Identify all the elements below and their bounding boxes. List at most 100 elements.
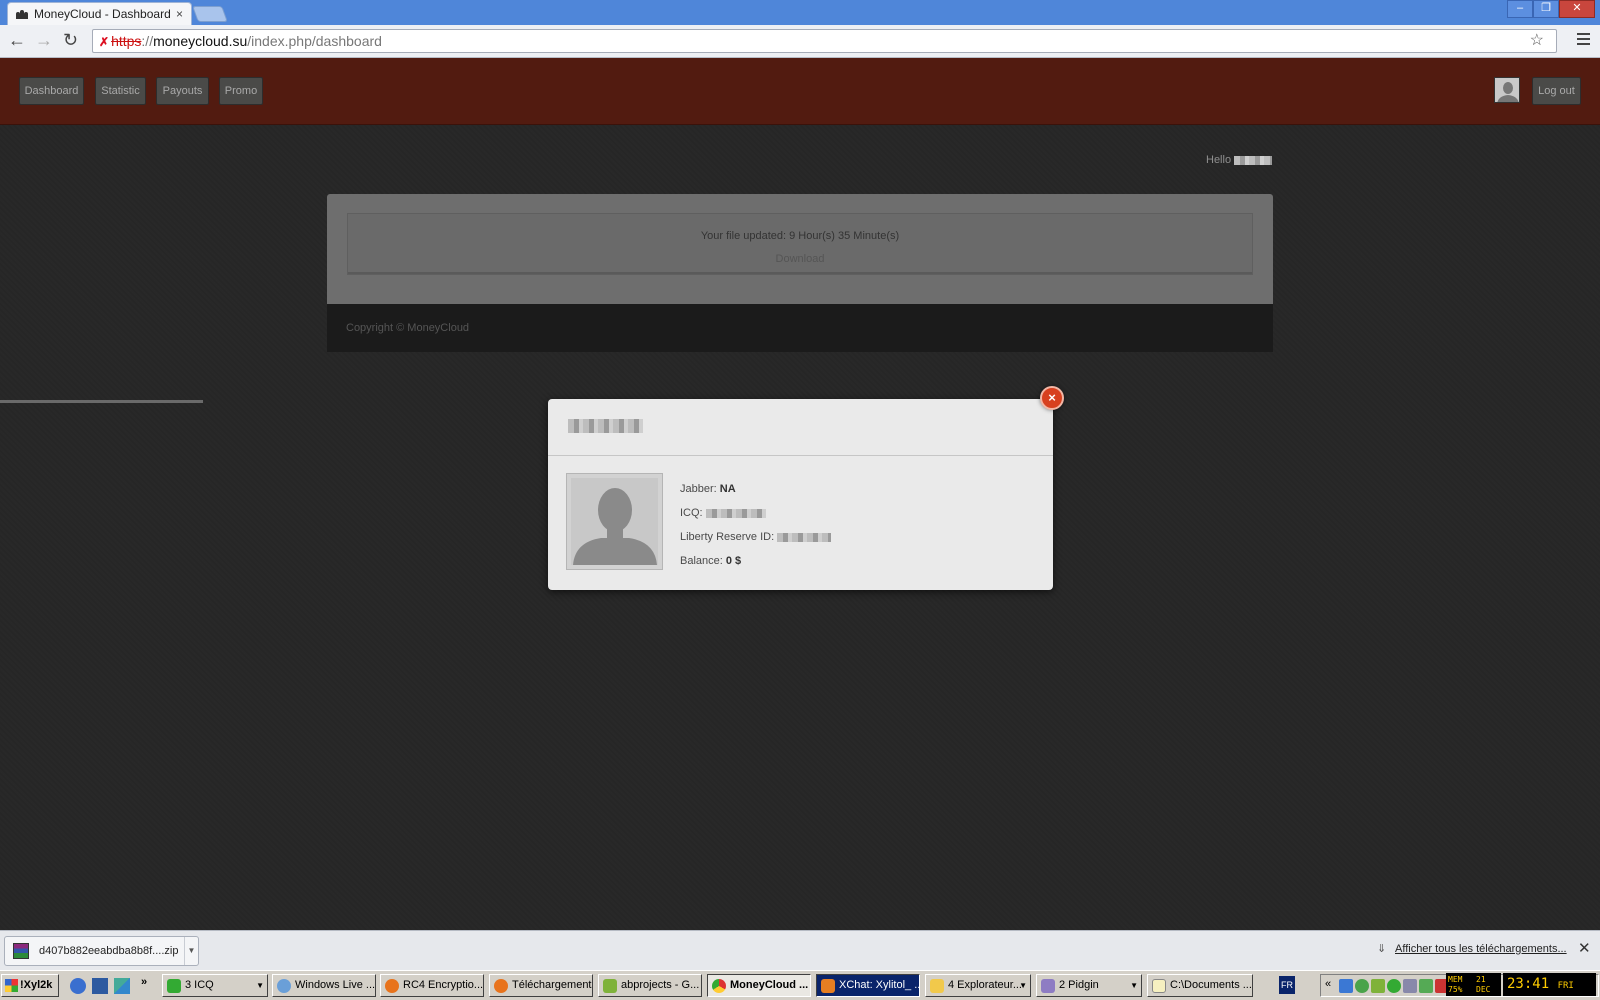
pidgin-icon (1041, 979, 1055, 993)
desktop-quicklaunch-icon[interactable] (92, 978, 108, 994)
nav-promo-button[interactable]: Promo (219, 77, 263, 105)
left-divider (0, 400, 203, 403)
app-quicklaunch-icon[interactable] (114, 978, 130, 994)
balance-row: Balance: 0 $ (680, 549, 831, 573)
clock-time: 23:41 (1507, 976, 1550, 992)
restore-button[interactable]: ❐ (1533, 0, 1559, 18)
file-updated-text: Your file updated: 9 Hour(s) 35 Minute(s… (700, 230, 900, 242)
download-bar-close-icon[interactable]: ✕ (1578, 939, 1591, 957)
quicklaunch-chevron-icon[interactable]: » (141, 976, 147, 988)
modal-close-button[interactable]: × (1040, 386, 1064, 410)
profile-modal: Jabber: NA ICQ: Liberty Reserve ID: Bala… (548, 399, 1053, 590)
taskbar-moneycloud[interactable]: MoneyCloud ... (707, 974, 811, 997)
archive-icon (13, 943, 29, 959)
close-window-button[interactable]: ✕ (1559, 0, 1595, 18)
taskbar-rc4[interactable]: RC4 Encryptio... (380, 974, 484, 997)
taskbar-xchat-label: XChat: Xylitol_ ... (839, 979, 920, 991)
browser-toolbar: ← → ↻ ✗ https://moneycloud.su/index.php/d… (0, 25, 1600, 58)
balance-label: Balance: (680, 555, 723, 567)
taskbar-abprojects-label: abprojects - G... (621, 979, 700, 991)
vpn-icon[interactable] (1419, 979, 1433, 993)
jabber-label: Jabber: (680, 483, 717, 495)
android-icon (603, 979, 617, 993)
android-tray-icon[interactable] (1371, 979, 1385, 993)
person-silhouette-icon (573, 488, 657, 565)
firefox-icon (494, 979, 508, 993)
taskbar-clock[interactable]: 23:41 FRI (1503, 973, 1596, 996)
taskbar-documents-label: C:\Documents ... (1170, 979, 1252, 991)
address-bar[interactable]: ✗ https://moneycloud.su/index.php/dashboa… (92, 29, 1557, 53)
taskbar-documents[interactable]: C:\Documents ... (1147, 974, 1253, 997)
hello-greeting: Hello (1206, 154, 1273, 166)
download-options-icon[interactable]: ▼ (184, 937, 198, 965)
network-icon[interactable] (1339, 979, 1353, 993)
reload-icon[interactable]: ↻ (63, 31, 78, 49)
page-content: Dashboard Statistic Payouts Promo Log ou… (0, 58, 1600, 930)
taskbar-windows-live[interactable]: Windows Live ... (272, 974, 376, 997)
group-dropdown-icon: ▼ (256, 981, 264, 990)
browser-tab-bar: MoneyCloud - Dashboard × ‒ ❐ ✕ (0, 0, 1600, 25)
nav-dashboard-button[interactable]: Dashboard (19, 77, 84, 105)
messenger-icon (277, 979, 291, 993)
redacted-modal-title (568, 419, 643, 433)
nav-payouts-button[interactable]: Payouts (156, 77, 209, 105)
taskbar-xchat[interactable]: XChat: Xylitol_ ... (816, 974, 920, 997)
date-display: 21 DEC (1474, 973, 1501, 996)
start-label: !Xyl2k (20, 979, 53, 991)
back-arrow-icon[interactable]: ← (8, 31, 26, 49)
liberty-reserve-label: Liberty Reserve ID: (680, 531, 775, 543)
tray-expand-icon[interactable]: « (1325, 978, 1331, 990)
notepad-icon (1152, 979, 1166, 993)
taskbar-explorateur[interactable]: 4 Explorateur... ▼ (925, 974, 1031, 997)
modal-header (548, 399, 1053, 456)
taskbar-icq[interactable]: 3 ICQ ▼ (162, 974, 268, 997)
profile-info: Jabber: NA ICQ: Liberty Reserve ID: Bala… (680, 477, 832, 573)
group-dropdown-icon: ▼ (1019, 981, 1027, 990)
lock-icon[interactable] (1403, 979, 1417, 993)
taskbar-pidgin[interactable]: 2 Pidgin ▼ (1036, 974, 1142, 997)
memory-label: MEM (1448, 975, 1463, 984)
taskbar-telechargements[interactable]: Téléchargements (489, 974, 593, 997)
start-button[interactable]: !Xyl2k (1, 974, 59, 997)
date-day: 21 (1476, 975, 1486, 984)
ie-quicklaunch-icon[interactable] (70, 978, 86, 994)
firefox-icon (385, 979, 399, 993)
memory-value: 75% (1448, 985, 1463, 994)
forward-arrow-icon[interactable]: → (35, 31, 53, 49)
folder-icon (930, 979, 944, 993)
download-link[interactable]: Download (348, 253, 1252, 265)
show-all-downloads-link[interactable]: Afficher tous les téléchargements... (1395, 943, 1567, 955)
download-file-name: d407b882eeabdba8b8f....zip (39, 945, 179, 957)
url-separator: :// (141, 33, 154, 49)
taskbar-telechargements-label: Téléchargements (512, 979, 593, 991)
minimize-button[interactable]: ‒ (1507, 0, 1533, 18)
status-icon[interactable] (1355, 979, 1369, 993)
new-tab-button[interactable] (192, 6, 228, 22)
profile-picture (567, 474, 662, 569)
logout-button[interactable]: Log out (1532, 77, 1581, 105)
xchat-icon (821, 979, 835, 993)
redacted-icq (705, 508, 766, 518)
language-indicator[interactable]: FR (1279, 976, 1295, 994)
download-item[interactable]: d407b882eeabdba8b8f....zip ▼ (4, 936, 199, 966)
taskbar-pidgin-label: 2 Pidgin (1059, 979, 1099, 991)
taskbar-moneycloud-label: MoneyCloud ... (730, 979, 809, 991)
jabber-value: NA (719, 483, 736, 495)
shield-icon[interactable] (1387, 979, 1401, 993)
chrome-icon (712, 979, 726, 993)
date-month: DEC (1476, 985, 1491, 994)
nav-statistic-button[interactable]: Statistic (95, 77, 146, 105)
download-bar: d407b882eeabdba8b8f....zip ▼ ⇓ Afficher … (0, 930, 1600, 970)
taskbar-explorateur-label: 4 Explorateur... (948, 979, 1022, 991)
taskbar-icq-label: 3 ICQ (185, 979, 214, 991)
browser-tab[interactable]: MoneyCloud - Dashboard × (7, 2, 192, 25)
taskbar-windows-live-label: Windows Live ... (295, 979, 376, 991)
menu-icon[interactable] (1577, 33, 1590, 48)
taskbar-abprojects[interactable]: abprojects - G... (598, 974, 702, 997)
modal-body: Jabber: NA ICQ: Liberty Reserve ID: Bala… (548, 456, 1053, 569)
group-dropdown-icon: ▼ (1130, 981, 1138, 990)
tab-close-icon[interactable]: × (176, 7, 183, 21)
icq-flower-icon (167, 979, 181, 993)
user-avatar[interactable] (1494, 77, 1520, 103)
bookmark-star-icon[interactable]: ☆ (1530, 30, 1544, 52)
